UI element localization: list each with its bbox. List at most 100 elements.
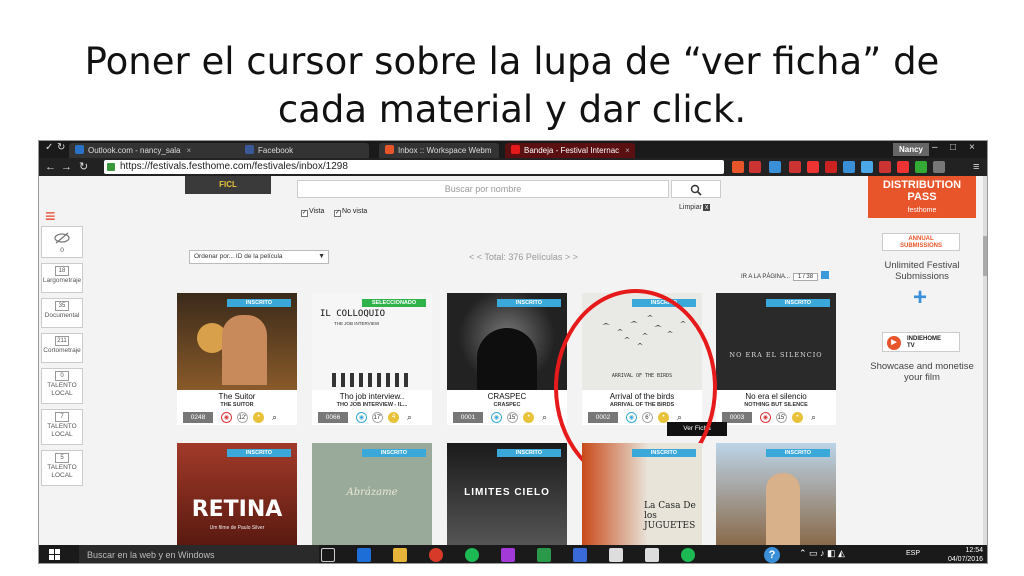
folder-icon[interactable] <box>393 548 407 562</box>
refresh-icon[interactable]: ↻ <box>79 160 88 174</box>
tab-facebook[interactable]: Facebook <box>239 143 369 158</box>
hamburger-icon[interactable]: ≡ <box>45 206 56 227</box>
filter-no-vista[interactable]: ✓ No vista <box>334 208 367 217</box>
tab-festival[interactable]: Bandeja - Festival Internac × <box>505 143 635 158</box>
close-icon[interactable]: × <box>187 146 192 155</box>
film-card[interactable]: INSCRITO RETINA Um filme de Paulo Silver <box>177 443 297 545</box>
film-poster[interactable]: INSCRITO <box>447 293 567 390</box>
sidebar-item-largometraje[interactable]: 18 Largometraje <box>41 263 83 293</box>
app-icon[interactable] <box>645 548 659 562</box>
clock[interactable]: 12:54 04/07/2016 <box>948 546 983 563</box>
gmail-icon[interactable] <box>789 161 801 173</box>
film-card[interactable]: INSCRITO Abrázame <box>312 443 432 545</box>
view-details-icon[interactable]: ⌕ <box>808 412 819 423</box>
sidebar-item-talento-local[interactable]: 7 TALENTO LOCAL <box>41 409 83 445</box>
annual-submissions-button[interactable]: ANNUAL SUBMISSIONS <box>882 233 960 251</box>
windows-start-icon[interactable] <box>49 549 61 561</box>
drive-icon[interactable] <box>537 548 551 562</box>
total-count[interactable]: < < Total: 376 Películas > > <box>469 252 578 262</box>
spotify-icon[interactable] <box>681 548 695 562</box>
film-poster[interactable]: INSCRITO LIMITES CIELO <box>447 443 567 545</box>
sidebar-item-talento-local[interactable]: 5 TALENTO LOCAL <box>41 450 83 486</box>
order-select[interactable]: Ordenar por... ID de la película ▼ <box>189 250 329 264</box>
reload-icon[interactable]: ↻ <box>57 142 65 153</box>
indiehome-tv-button[interactable]: ▶ INDIEHOME TV <box>882 332 960 352</box>
help-icon[interactable]: ? <box>764 547 780 563</box>
film-poster[interactable]: INSCRITO <box>177 293 297 390</box>
film-card[interactable]: INSCRITO LIMITES CIELO <box>447 443 567 545</box>
distribution-pass-banner[interactable]: DISTRIBUTION PASS festhome <box>868 176 976 218</box>
rating-icon[interactable]: • <box>523 412 534 423</box>
film-card[interactable]: INSCRITO The Suitor THE SUITOR 0248 ◉ 12… <box>177 293 297 425</box>
menu-dots-icon[interactable]: ≡ <box>973 160 979 174</box>
not-viewed-icon[interactable]: ◉ <box>760 412 771 423</box>
film-card[interactable]: INSCRITO CRASPEC CRASPEC 0001 ◉ 15' • ⌕ <box>447 293 567 425</box>
app-icon[interactable] <box>501 548 515 562</box>
film-card[interactable]: INSCRITO La Casa De los JUGUETES <box>582 443 702 545</box>
task-view-icon[interactable] <box>321 548 335 562</box>
checkbox-checked-icon[interactable]: ✓ <box>334 210 341 217</box>
film-poster[interactable]: INSCRITO La Casa De los JUGUETES <box>582 443 702 545</box>
search-input[interactable]: Buscar por nombre <box>297 180 669 198</box>
maximize-icon[interactable]: □ <box>950 142 956 153</box>
extension-icon[interactable] <box>879 161 891 173</box>
system-tray-icons[interactable]: ⌃ ▭ ♪ ◧ ◭ <box>799 548 845 559</box>
rating-icon[interactable]: • <box>792 412 803 423</box>
film-poster[interactable]: INSCRITO NO ERA EL SILENCIO <box>716 293 836 390</box>
extension-icon[interactable] <box>769 161 781 173</box>
sidebar-item-talento-local[interactable]: 0 TALENTO LOCAL <box>41 368 83 404</box>
search-button[interactable] <box>671 180 721 198</box>
not-viewed-icon[interactable]: ◉ <box>221 412 232 423</box>
url-input[interactable]: https://festivals.festhome.com/festivale… <box>104 160 724 174</box>
viewed-icon[interactable]: ◉ <box>491 412 502 423</box>
back-icon[interactable]: ✓ <box>45 142 53 153</box>
vertical-scrollbar[interactable] <box>983 176 987 545</box>
view-details-icon[interactable]: ⌕ <box>539 412 550 423</box>
extension-icon[interactable] <box>915 161 927 173</box>
checkbox-checked-icon[interactable]: ✓ <box>301 210 308 217</box>
calendar-icon[interactable] <box>807 161 819 173</box>
pinterest-icon[interactable] <box>825 161 837 173</box>
film-poster[interactable]: INSCRITO RETINA Um filme de Paulo Silver <box>177 443 297 545</box>
film-poster[interactable]: INSCRITO <box>716 443 836 545</box>
sidebar-item-cortometraje[interactable]: 211 Cortometraje <box>41 333 83 363</box>
viewed-icon[interactable]: ◉ <box>356 412 367 423</box>
filter-vista[interactable]: ✓ Vista <box>301 208 324 217</box>
profile-name[interactable]: Nancy <box>892 143 929 156</box>
rating-icon[interactable]: • <box>253 412 264 423</box>
taskbar-search[interactable]: Buscar en la web y en Windows <box>79 545 319 563</box>
film-card[interactable]: INSCRITO NO ERA EL SILENCIO No era el si… <box>716 293 836 425</box>
spotify-icon[interactable] <box>465 548 479 562</box>
clear-filters-button[interactable]: Limpiar x <box>679 204 711 211</box>
view-details-icon[interactable]: ⌕ <box>269 412 280 423</box>
twitter-icon[interactable] <box>861 161 873 173</box>
film-poster[interactable]: INSCRITO Abrázame <box>312 443 432 545</box>
star-icon[interactable] <box>732 161 744 173</box>
sidebar-item-hidden[interactable]: 0 <box>41 226 83 258</box>
edge-icon[interactable] <box>357 548 371 562</box>
extension-icon[interactable] <box>933 161 945 173</box>
view-details-icon[interactable]: ⌕ <box>404 412 415 423</box>
forward-arrow-icon[interactable]: → <box>61 160 72 174</box>
minimize-icon[interactable]: – <box>932 142 938 153</box>
extension-icon[interactable] <box>897 161 909 173</box>
back-arrow-icon[interactable]: ← <box>45 160 56 174</box>
tab-inbox[interactable]: Inbox :: Workspace Webm <box>379 143 499 158</box>
film-card[interactable]: SELECCIONADO IL COLLOQUIO THE JOB INTERV… <box>312 293 432 425</box>
page-go-icon[interactable] <box>821 271 830 279</box>
rating-icon[interactable]: 4 <box>388 412 399 423</box>
close-icon[interactable]: × <box>625 146 630 155</box>
close-window-icon[interactable]: × <box>969 142 975 153</box>
film-poster[interactable]: SELECCIONADO IL COLLOQUIO THE JOB INTERV… <box>312 293 432 390</box>
scrollbar-thumb[interactable] <box>983 236 987 276</box>
abp-icon[interactable] <box>749 161 761 173</box>
download-icon[interactable] <box>843 161 855 173</box>
film-card[interactable]: INSCRITO <box>716 443 836 545</box>
language-indicator[interactable]: ESP <box>906 550 920 557</box>
app-icon[interactable] <box>573 548 587 562</box>
sidebar-item-documental[interactable]: 35 Documental <box>41 298 83 328</box>
chrome-icon[interactable] <box>429 548 443 562</box>
photos-icon[interactable] <box>609 548 623 562</box>
plus-icon[interactable]: + <box>908 286 932 310</box>
page-input[interactable]: 1 / 38 <box>793 273 819 281</box>
